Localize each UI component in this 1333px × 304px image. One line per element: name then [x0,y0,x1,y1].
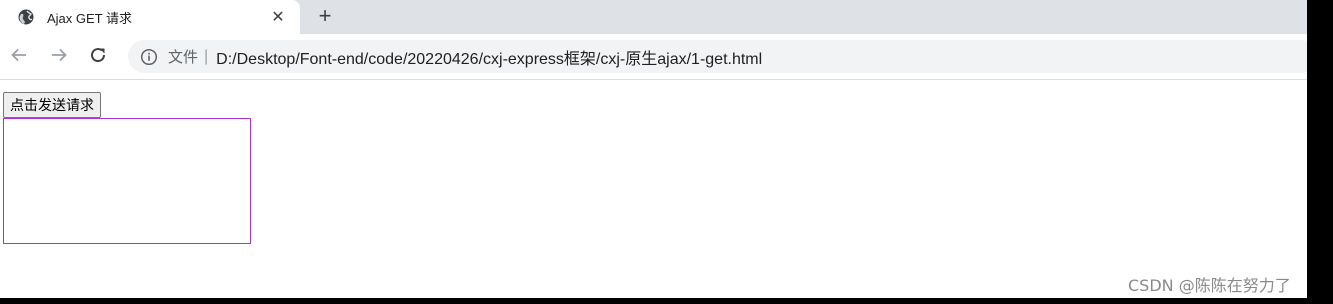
tab-strip: Ajax GET 请求 ✕ + [0,0,1307,34]
send-request-button[interactable]: 点击发送请求 [3,92,101,118]
info-icon[interactable] [140,48,158,66]
close-tab-icon[interactable]: ✕ [268,7,288,27]
back-button[interactable] [7,45,31,69]
forward-button[interactable] [47,45,71,69]
result-box [3,118,251,244]
reload-button[interactable] [86,45,110,69]
scheme-label: 文件 [168,49,199,66]
csdn-watermark: CSDN @陈陈在努力了 [1128,276,1291,295]
globe-icon [18,9,34,25]
active-tab[interactable]: Ajax GET 请求 ✕ [0,0,300,34]
tab-title: Ajax GET 请求 [47,10,133,26]
browser-toolbar: 文件 | D:/Desktop/Font-end/code/20220426/c… [0,34,1307,80]
arrow-left-icon [10,46,28,69]
omnibox-divider: | [204,47,209,65]
address-bar[interactable]: 文件 | D:/Desktop/Font-end/code/20220426/c… [128,40,1307,73]
new-tab-button[interactable]: + [312,3,338,29]
arrow-right-icon [50,46,68,69]
reload-icon [89,46,107,69]
url-text[interactable]: D:/Desktop/Font-end/code/20220426/cxj-ex… [216,45,762,69]
page-content: 点击发送请求 [0,80,1307,298]
browser-window: Ajax GET 请求 ✕ + 文件 | D:/Desktop/Font-end… [0,0,1307,298]
